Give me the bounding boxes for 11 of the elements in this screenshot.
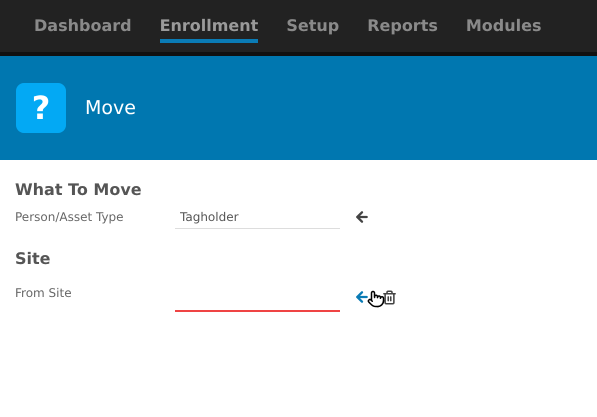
page-title: Move — [85, 97, 136, 119]
nav-tab[interactable]: Setup — [286, 0, 340, 43]
nav-tab[interactable]: Dashboard — [34, 0, 132, 43]
field-label: From Site — [15, 286, 73, 300]
section-title: Site — [15, 249, 52, 268]
nav-tab[interactable]: Reports — [367, 0, 438, 43]
help-icon: ? — [16, 83, 66, 133]
nav-tab[interactable]: Enrollment — [160, 0, 258, 43]
section-title: What To Move — [15, 180, 143, 199]
nav-tab[interactable]: Modules — [466, 0, 542, 43]
field-label: Person/Asset Type — [15, 210, 125, 224]
